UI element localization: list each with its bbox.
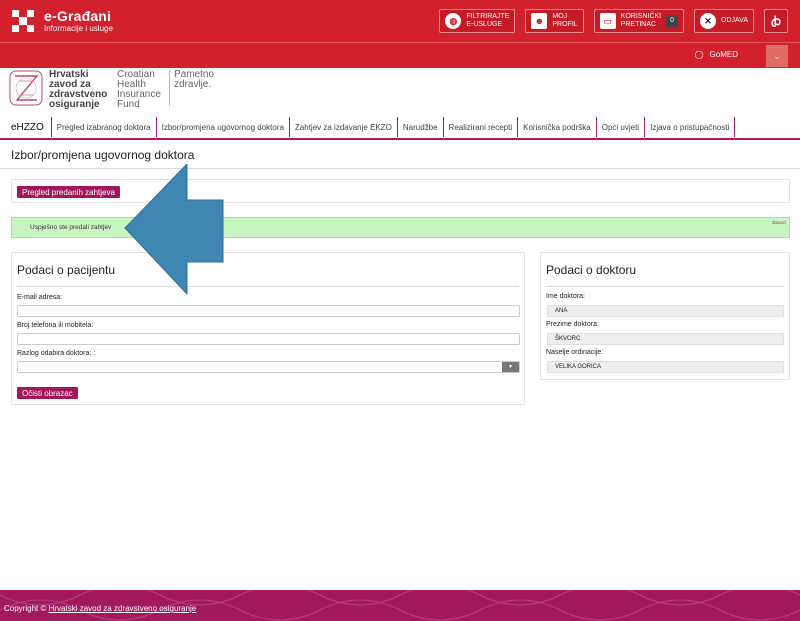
patient-card-title: Podaci o pacijentu <box>17 263 116 277</box>
nav-home[interactable]: eHZZO <box>0 117 51 137</box>
globe-icon: ◍ <box>445 13 462 29</box>
phone-label: Broj telefona ili mobitela: <box>17 322 94 329</box>
croatian-checkerboard-icon <box>12 10 34 32</box>
patient-card: Podaci o pacijentu E-mail adresa: Broj t… <box>11 252 525 405</box>
profile-head-icon: ☻ <box>531 13 548 29</box>
hzzo-name-en: Croatian Health Insurance Fund <box>117 69 161 110</box>
brand-subtitle: Informacije i usluge <box>44 23 113 33</box>
doctor-first-name-value: ANA <box>547 305 784 317</box>
filter-services-button[interactable]: ◍ FILTRIRAJTE E-USLUGE <box>439 9 516 33</box>
profile-label-1: MOJ <box>552 13 568 20</box>
view-submitted-requests-button[interactable]: Pregled predanih zahtjeva <box>17 186 120 198</box>
user-menu-toggle[interactable]: ⌄ <box>766 45 788 67</box>
alert-message: Uspješno ste predali zahtjev <box>30 224 112 231</box>
annotation-arrow-icon <box>124 164 224 296</box>
hzzo-name-hr: Hrvatski zavod za zdravstveno osiguranje <box>49 69 108 110</box>
top-header: e-Građani Informacije i usluge ◍ FILTRIR… <box>0 0 800 42</box>
footer-copyright: Copyright © Hrvatski zavod za zdravstven… <box>4 604 196 613</box>
alert-close-link[interactable]: Zatvori <box>772 220 786 225</box>
nav-izjava-pristupacnosti[interactable]: Izjava o pristupačnosti <box>645 117 736 137</box>
clear-form-button[interactable]: Očisti obrazac <box>17 387 78 399</box>
logout-button[interactable]: ✕ ODJAVA <box>694 9 754 33</box>
language-button[interactable]: ꞗ <box>764 9 788 33</box>
my-profile-button[interactable]: ☻ MOJ PROFIL <box>525 9 584 33</box>
language-glyph-icon: ꞗ <box>771 14 781 28</box>
nav-opci-uvjeti[interactable]: Opći uvjeti <box>597 117 646 137</box>
brand-title: e-Građani <box>44 7 112 24</box>
inbox-label-2: PRETINAC <box>620 21 657 28</box>
nav-realizirani-recepti[interactable]: Realizirani recepti <box>444 117 519 137</box>
filter-label-2: E-USLUGE <box>466 21 503 28</box>
hzzo-logo[interactable]: Hrvatski zavod za zdravstveno osiguranje… <box>9 70 222 110</box>
close-icon: ✕ <box>700 13 717 29</box>
phone-field[interactable] <box>17 333 520 345</box>
nav-korisnicka-podrska[interactable]: Korisnička podrška <box>518 117 597 137</box>
doctor-card: Podaci o doktoru Ime doktora: ANA Prezim… <box>540 252 790 380</box>
user-inbox-button[interactable]: ▭ KORISNIČKI PRETINAC 0 <box>593 9 685 33</box>
nav-zahtjev-ekzo[interactable]: Zahtjev za izdavanje EKZO <box>290 117 398 137</box>
doctor-first-name-label: Ime doktora: <box>546 293 585 300</box>
card-divider <box>17 286 519 287</box>
nav-pregled-izabranog-doktora[interactable]: Pregled izabranog doktora <box>50 117 157 137</box>
practice-location-label: Naselje ordinacije: <box>546 349 604 356</box>
footer-hzzo-link[interactable]: Hrvatski zavod za zdravstveno osiguranje <box>49 604 197 613</box>
nav-izbor-promjena-doktora[interactable]: Izbor/promjena ugovornog doktora <box>157 117 290 137</box>
email-label: E-mail adresa: <box>17 294 63 301</box>
doctor-card-title: Podaci o doktoru <box>546 263 637 277</box>
brand[interactable]: e-Građani Informacije i usluge <box>12 7 113 34</box>
chevron-down-icon: ⌄ <box>773 50 781 61</box>
inbox-box-icon: ▭ <box>599 13 616 29</box>
nav-narudzbe[interactable]: Narudžbe <box>398 117 444 137</box>
card-divider <box>546 286 784 287</box>
title-divider <box>0 168 800 169</box>
profile-label-2: PROFIL <box>552 21 578 28</box>
filter-label-1: FILTRIRAJTE <box>466 13 510 20</box>
practice-location-value: VELIKA GORICA <box>547 361 784 373</box>
inbox-count-badge: 0 <box>666 15 679 27</box>
reason-label: Razlog odabira doktora: : <box>17 350 96 357</box>
main-nav: eHZZO Pregled izabranog doktora Izbor/pr… <box>0 116 800 140</box>
logout-label: ODJAVA <box>721 17 748 24</box>
inbox-label-1: KORISNIČKI <box>620 13 662 20</box>
doctor-last-name-value: ŠKVORC <box>547 333 784 345</box>
doctor-last-name-label: Prezime doktora: <box>546 321 599 328</box>
current-user[interactable]: ◯ GoMED <box>695 50 738 59</box>
username: GoMED <box>709 50 738 59</box>
footer: Copyright © Hrvatski zavod za zdravstven… <box>0 590 800 621</box>
user-icon: ◯ <box>694 50 704 59</box>
hzzo-slogan: Pametno zdravlje. <box>174 69 215 90</box>
logo-divider <box>169 70 170 106</box>
copyright-text: Copyright © <box>4 604 47 613</box>
reason-select[interactable]: ▼ <box>17 361 520 373</box>
hzzo-emblem-icon <box>9 70 43 106</box>
page-title: Izbor/promjena ugovornog doktora <box>11 148 195 162</box>
email-field[interactable] <box>17 305 520 317</box>
user-bar: ◯ GoMED ⌄ <box>0 42 800 68</box>
dropdown-arrow-icon[interactable]: ▼ <box>502 362 519 372</box>
